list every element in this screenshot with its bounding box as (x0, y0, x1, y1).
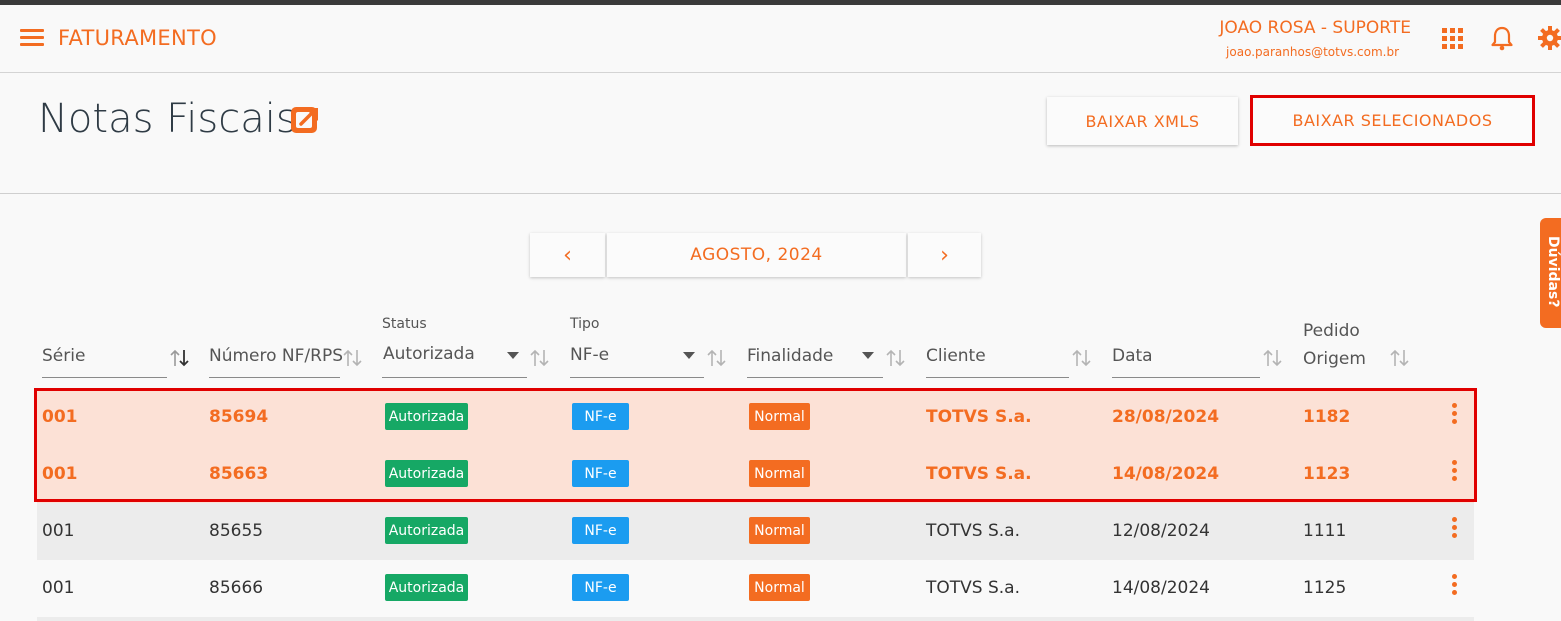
current-month-label[interactable]: AGOSTO, 2024 (607, 233, 906, 277)
column-underline (570, 377, 704, 378)
cell-data: 14/08/2024 (1112, 464, 1220, 484)
status-badge: Autorizada (385, 574, 468, 601)
finalidade-badge: Normal (749, 460, 810, 487)
gear-icon[interactable] (1537, 25, 1561, 51)
open-external-icon[interactable] (288, 102, 322, 136)
sort-icon[interactable] (884, 346, 908, 370)
cell-cliente: TOTVS S.a. (926, 407, 1032, 427)
cell-cliente: TOTVS S.a. (926, 578, 1020, 598)
column-underline (1112, 377, 1260, 378)
help-tab-label: Dúvidas? (1545, 236, 1561, 308)
cell-numero: 85694 (209, 407, 269, 427)
more-actions-icon[interactable] (1449, 403, 1459, 429)
sort-icon[interactable] (705, 346, 729, 370)
finalidade-filter-select[interactable]: Finalidade (747, 346, 833, 366)
column-serie[interactable]: Série (42, 346, 85, 366)
page-title: Notas Fiscais (38, 96, 297, 142)
tipo-filter-select[interactable]: NF-e (570, 345, 609, 365)
sort-icon[interactable] (1388, 346, 1412, 370)
sort-icon[interactable] (1070, 346, 1094, 370)
page-head: Notas Fiscais BAIXAR XMLS BAIXAR SELECIO… (0, 74, 1561, 194)
table-row[interactable]: 001 85663 Autorizada NF-e Normal TOTVS S… (37, 446, 1474, 503)
more-actions-icon[interactable] (1449, 574, 1459, 600)
cell-pedido: 1182 (1303, 407, 1351, 427)
more-actions-icon[interactable] (1449, 517, 1459, 543)
user-email: joao.paranhos@totvs.com.br (1226, 45, 1399, 59)
sort-icon[interactable] (1261, 346, 1285, 370)
column-underline (747, 377, 883, 378)
table-row[interactable]: 001 85694 Autorizada NF-e Normal TOTVS S… (37, 389, 1474, 446)
cell-numero: 85655 (209, 521, 264, 541)
finalidade-badge: Normal (749, 403, 810, 430)
tipo-badge: NF-e (572, 517, 629, 544)
app-header: FATURAMENTO JOAO ROSA - SUPORTE joao.par… (0, 5, 1561, 73)
cell-pedido: 1125 (1303, 578, 1347, 598)
table-row-partial (37, 617, 1474, 621)
table-row[interactable]: 001 85666 Autorizada NF-e Normal TOTVS S… (37, 560, 1474, 617)
sort-icon[interactable] (528, 346, 552, 370)
cell-data: 28/08/2024 (1112, 407, 1220, 427)
status-badge: Autorizada (385, 460, 468, 487)
cell-serie: 001 (42, 521, 75, 541)
cell-numero: 85663 (209, 464, 269, 484)
cell-data: 12/08/2024 (1112, 521, 1210, 541)
tipo-badge: NF-e (572, 574, 629, 601)
tipo-badge: NF-e (572, 403, 629, 430)
cell-numero: 85666 (209, 578, 264, 598)
finalidade-badge: Normal (749, 574, 810, 601)
column-underline (926, 377, 1069, 378)
column-cliente[interactable]: Cliente (926, 346, 986, 366)
user-name[interactable]: JOAO ROSA - SUPORTE (1219, 18, 1411, 38)
status-badge: Autorizada (385, 403, 468, 430)
column-pedido-line2[interactable]: Origem (1303, 349, 1366, 369)
status-filter-select[interactable]: Autorizada (383, 344, 475, 364)
column-underline (382, 377, 527, 378)
chevron-down-icon[interactable] (862, 352, 874, 359)
next-month-button[interactable]: › (908, 233, 981, 277)
cell-data: 14/08/2024 (1112, 578, 1210, 598)
chevron-down-icon[interactable] (507, 352, 519, 359)
menu-icon[interactable] (20, 29, 46, 49)
app-title: FATURAMENTO (58, 26, 217, 50)
chevron-down-icon[interactable] (683, 352, 695, 359)
column-tipo-label: Tipo (570, 316, 600, 332)
finalidade-badge: Normal (749, 517, 810, 544)
baixar-xmls-button[interactable]: BAIXAR XMLS (1047, 97, 1238, 145)
more-actions-icon[interactable] (1449, 460, 1459, 486)
sort-icon[interactable] (341, 346, 365, 370)
column-status-label: Status (382, 316, 427, 332)
cell-pedido: 1123 (1303, 464, 1351, 484)
cell-serie: 001 (42, 464, 78, 484)
cell-cliente: TOTVS S.a. (926, 521, 1020, 541)
previous-month-button[interactable]: ‹ (530, 233, 605, 277)
table-row[interactable]: 001 85655 Autorizada NF-e Normal TOTVS S… (37, 503, 1474, 560)
column-numero[interactable]: Número NF/RPS (209, 346, 343, 366)
cell-serie: 001 (42, 407, 78, 427)
sort-icon[interactable] (168, 346, 192, 370)
cell-serie: 001 (42, 578, 75, 598)
apps-grid-icon[interactable] (1440, 25, 1466, 51)
cell-pedido: 1111 (1303, 521, 1347, 541)
baixar-selecionados-button[interactable]: BAIXAR SELECIONADOS (1250, 95, 1535, 146)
status-badge: Autorizada (385, 517, 468, 544)
tipo-badge: NF-e (572, 460, 629, 487)
column-data[interactable]: Data (1112, 346, 1153, 366)
help-tab[interactable]: Dúvidas? (1540, 218, 1561, 328)
column-pedido-line1[interactable]: Pedido (1303, 321, 1360, 341)
cell-cliente: TOTVS S.a. (926, 464, 1032, 484)
column-underline (42, 377, 167, 378)
bell-icon[interactable] (1489, 25, 1515, 51)
column-underline (209, 377, 340, 378)
